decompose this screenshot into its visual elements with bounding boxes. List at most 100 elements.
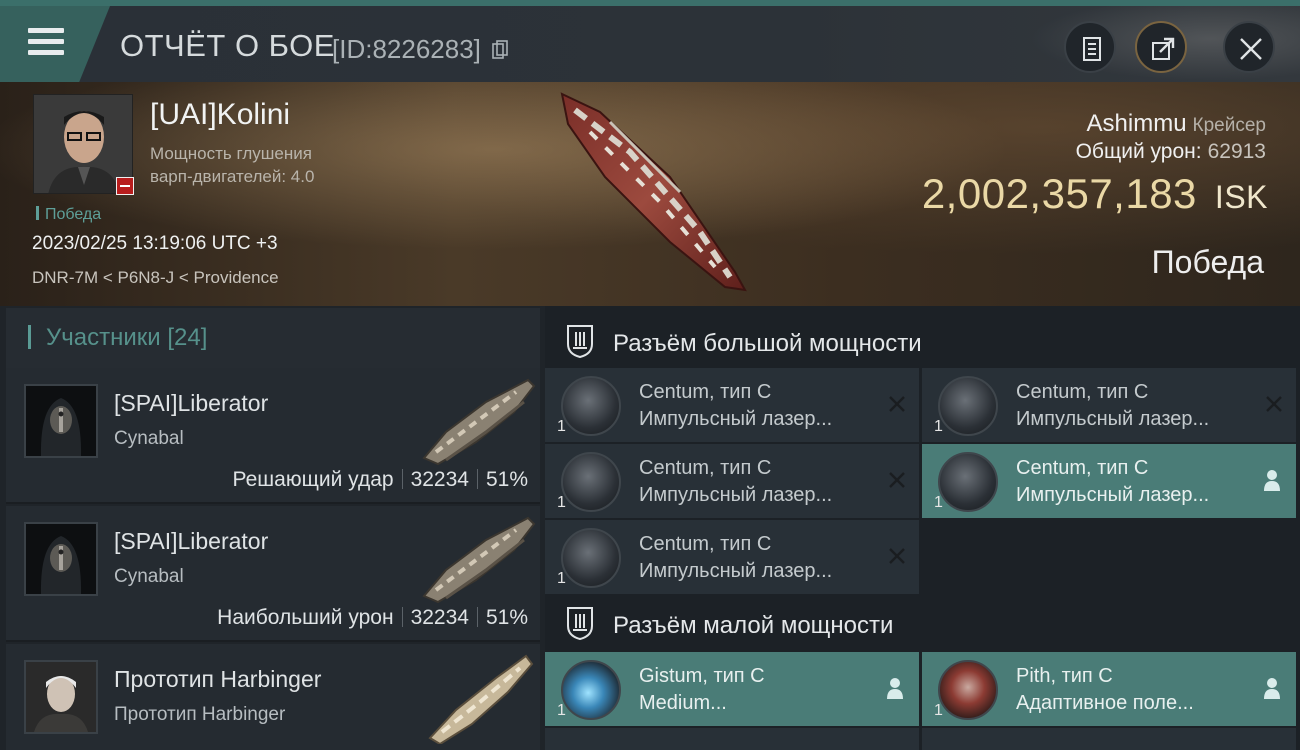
module-name: Centum, тип C (639, 533, 772, 555)
low-slots-title: Разъём малой мощности (613, 612, 894, 639)
top-bar: ОТЧЁТ О БОЕ [ID:8226283] (0, 0, 1300, 88)
hardener-icon (938, 660, 998, 720)
module-quantity: 1 (557, 418, 566, 435)
participants-panel: Участники [24] [SPAI]Liberator Cynabal Р… (0, 306, 545, 750)
dropped-user-icon (1264, 678, 1280, 699)
menu-icon[interactable] (28, 28, 64, 56)
copy-icon[interactable] (492, 40, 508, 60)
high-slots-title: Разъём большой мощности (613, 330, 922, 357)
module-slot[interactable]: 1 Gistum, тип C Medium... (545, 652, 919, 726)
dropped-user-icon (887, 678, 903, 699)
low-slots-header: Разъём малой мощности (545, 592, 1300, 654)
participant-row[interactable]: Прототип Harbinger Прототип Harbinger (6, 644, 540, 750)
participant-row[interactable]: [SPAI]Liberator Cynabal Решающий удар 322… (6, 368, 540, 504)
report-id: [ID:8226283] (332, 34, 481, 64)
participant-percent: 51% (485, 468, 528, 491)
participant-label: Решающий удар (232, 468, 394, 491)
participant-row[interactable]: [SPAI]Liberator Cynabal Наибольший урон 3… (6, 506, 540, 642)
participant-ship-image (422, 378, 536, 466)
module-slot[interactable]: 1 Centum, тип C Импульсный лазер... (545, 444, 919, 518)
module-quantity: 1 (557, 494, 566, 511)
module-quantity: 1 (934, 702, 943, 719)
total-damage: Общий урон: 62913 (1075, 140, 1266, 163)
warp-strength-label: Мощность глушения (150, 144, 312, 163)
kill-location[interactable]: DNR-7M < P6N8-J < Providence (32, 268, 279, 288)
turret-icon (561, 376, 621, 436)
turret-icon (561, 528, 621, 588)
participant-ship: Прототип Harbinger (114, 704, 286, 725)
clipboard-button[interactable] (1064, 21, 1116, 73)
participant-ship: Cynabal (114, 428, 184, 449)
turret-icon (938, 452, 998, 512)
module-type: Импульсный лазер... (639, 408, 833, 430)
module-type: Адаптивное поле... (1016, 692, 1194, 714)
participant-stats: Наибольший урон 32234 51% (217, 606, 528, 630)
share-icon (1152, 37, 1175, 60)
module-quantity: 1 (557, 570, 566, 587)
destroyed-icon (1266, 396, 1282, 412)
clipboard-icon (1083, 37, 1101, 61)
hostile-status-icon (116, 177, 134, 195)
participant-label: Наибольший урон (217, 606, 394, 629)
module-name: Pith, тип C (1016, 665, 1113, 687)
participant-avatar[interactable] (24, 522, 98, 596)
module-quantity: 1 (934, 418, 943, 435)
result-title: Победа (1151, 244, 1264, 280)
participant-percent: 51% (485, 606, 528, 629)
destroyed-icon (889, 548, 905, 564)
participant-avatar[interactable] (24, 384, 98, 458)
participant-name: [SPAI]Liberator (114, 528, 269, 554)
participant-damage: 32234 (410, 468, 469, 491)
module-slot[interactable]: 1 Centum, тип C Импульсный лазер... (545, 368, 919, 442)
module-name: Centum, тип C (639, 381, 772, 403)
module-quantity: 1 (934, 494, 943, 511)
participant-name: Прототип Harbinger (114, 666, 322, 692)
module-type: Импульсный лазер... (639, 560, 833, 582)
participant-ship-image (422, 516, 536, 604)
participant-damage: 32234 (410, 606, 469, 629)
isk-value: 2,002,357,183 ISK (921, 170, 1268, 217)
module-type: Импульсный лазер... (1016, 408, 1210, 430)
victim-pilot-name[interactable]: [UAI]Kolini (150, 98, 290, 132)
module-slot-partial[interactable] (545, 728, 919, 750)
share-button[interactable] (1135, 21, 1187, 73)
module-name: Centum, тип C (1016, 457, 1149, 479)
module-name: Centum, тип C (1016, 381, 1149, 403)
turret-icon (938, 376, 998, 436)
menu-button[interactable] (0, 6, 110, 82)
module-slot-partial[interactable] (922, 728, 1296, 750)
kill-datetime: 2023/02/25 13:19:06 UTC +3 (32, 233, 278, 254)
high-slot-icon (567, 325, 593, 358)
victim-ship-image[interactable] (520, 82, 780, 306)
module-type: Medium... (639, 692, 727, 714)
module-slot[interactable]: 1 Centum, тип C Импульсный лазер... (922, 368, 1296, 442)
result-badge: Победа (36, 206, 101, 224)
participants-header: Участники [24] (6, 308, 540, 368)
module-slot[interactable]: 1 Centum, тип C Импульсный лазер... (922, 444, 1296, 518)
module-slot[interactable]: 1 Centum, тип C Импульсный лазер... (545, 520, 919, 594)
victim-ship-name[interactable]: Ashimmu Крейсер (1087, 110, 1266, 138)
participant-ship: Cynabal (114, 566, 184, 587)
low-slot-icon (567, 607, 593, 640)
dropped-user-icon (1264, 470, 1280, 491)
shield-booster-icon (561, 660, 621, 720)
module-name: Centum, тип C (639, 457, 772, 479)
participants-title: Участники [24] (46, 324, 208, 351)
participant-ship-image (428, 654, 534, 744)
participant-stats: Решающий удар 32234 51% (233, 468, 528, 492)
module-type: Импульсный лазер... (1016, 484, 1210, 506)
close-button[interactable] (1223, 21, 1275, 73)
page-title: ОТЧЁТ О БОЕ (120, 28, 335, 63)
warp-strength-value: варп-двигателей: 4.0 (150, 167, 315, 186)
destroyed-icon (889, 396, 905, 412)
module-type: Импульсный лазер... (639, 484, 833, 506)
module-name: Gistum, тип C (639, 665, 765, 687)
participant-avatar[interactable] (24, 660, 98, 734)
fitting-panel: Разъём большой мощности 1 Centum, тип C … (545, 306, 1300, 750)
participant-name: [SPAI]Liberator (114, 390, 269, 416)
module-slot[interactable]: 1 Pith, тип C Адаптивное поле... (922, 652, 1296, 726)
high-slots-header: Разъём большой мощности (545, 310, 1300, 372)
destroyed-icon (889, 472, 905, 488)
victim-summary: [UAI]Kolini Мощность глушения варп-двига… (0, 82, 1300, 306)
module-quantity: 1 (557, 702, 566, 719)
